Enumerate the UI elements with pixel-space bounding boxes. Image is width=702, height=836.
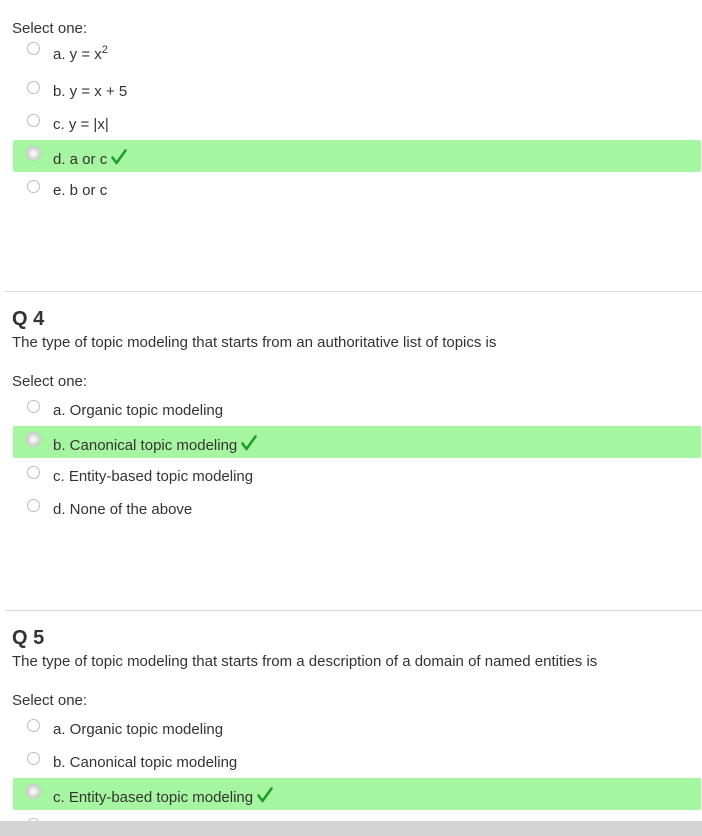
radio-icon[interactable] [27, 114, 40, 127]
check-icon [257, 787, 273, 803]
radio-icon[interactable] [26, 432, 41, 447]
option-c-selected-correct[interactable]: c. Entity-based topic modeling [13, 778, 701, 810]
option-label: a. Organic topic modeling [53, 721, 224, 738]
horizontal-scrollbar[interactable] [0, 821, 702, 836]
option-label: c. y = |x| [53, 116, 109, 133]
question-number: Q 4 [12, 308, 45, 330]
select-one-label: Select one: [12, 373, 88, 390]
question-number: Q 5 [12, 627, 45, 649]
option-b[interactable]: b. Canonical topic modeling [13, 745, 701, 777]
question-text: The type of topic modeling that starts f… [12, 334, 497, 351]
option-label: a. Organic topic modeling [53, 402, 224, 419]
option-a[interactable]: a. Organic topic modeling [13, 712, 701, 744]
option-label: d. a or c [53, 149, 128, 168]
select-one-label: Select one: [12, 692, 88, 709]
option-c[interactable]: c. Entity-based topic modeling [13, 459, 701, 491]
check-icon [111, 149, 128, 165]
option-b-selected-correct[interactable]: b. Canonical topic modeling [13, 426, 701, 458]
option-label: e. b or c [53, 182, 108, 199]
option-label: d. None of the above [53, 501, 193, 518]
radio-icon[interactable] [27, 752, 40, 765]
option-label: b. y = x + 5 [53, 83, 128, 100]
option-d-selected-correct[interactable]: d. a or c [13, 140, 701, 172]
question-divider [5, 291, 702, 292]
check-icon [241, 435, 258, 451]
question-divider [5, 610, 702, 611]
option-label: b. Canonical topic modeling [53, 435, 258, 454]
radio-icon[interactable] [27, 180, 40, 193]
radio-icon[interactable] [27, 400, 40, 413]
radio-icon[interactable] [26, 784, 41, 799]
radio-icon[interactable] [27, 499, 40, 512]
quiz-review-page: Select one: a. y = x2 b. y = x + 5 c. y … [0, 0, 702, 836]
option-d[interactable]: d. None of the above [13, 492, 701, 524]
option-b[interactable]: b. y = x + 5 [13, 74, 701, 106]
radio-icon[interactable] [27, 81, 40, 94]
option-e[interactable]: e. b or c [13, 173, 701, 205]
question-text: The type of topic modeling that starts f… [12, 653, 598, 670]
radio-icon[interactable] [27, 42, 40, 55]
option-label: c. Entity-based topic modeling [53, 468, 254, 485]
radio-icon[interactable] [26, 146, 41, 161]
option-label: a. y = x2 [53, 44, 108, 63]
option-label: c. Entity-based topic modeling [53, 787, 273, 806]
option-c[interactable]: c. y = |x| [13, 107, 701, 139]
option-a[interactable]: a. Organic topic modeling [13, 393, 701, 425]
option-label: b. Canonical topic modeling [53, 754, 238, 771]
radio-icon[interactable] [27, 466, 40, 479]
radio-icon[interactable] [27, 719, 40, 732]
option-a[interactable]: a. y = x2 [13, 35, 701, 67]
